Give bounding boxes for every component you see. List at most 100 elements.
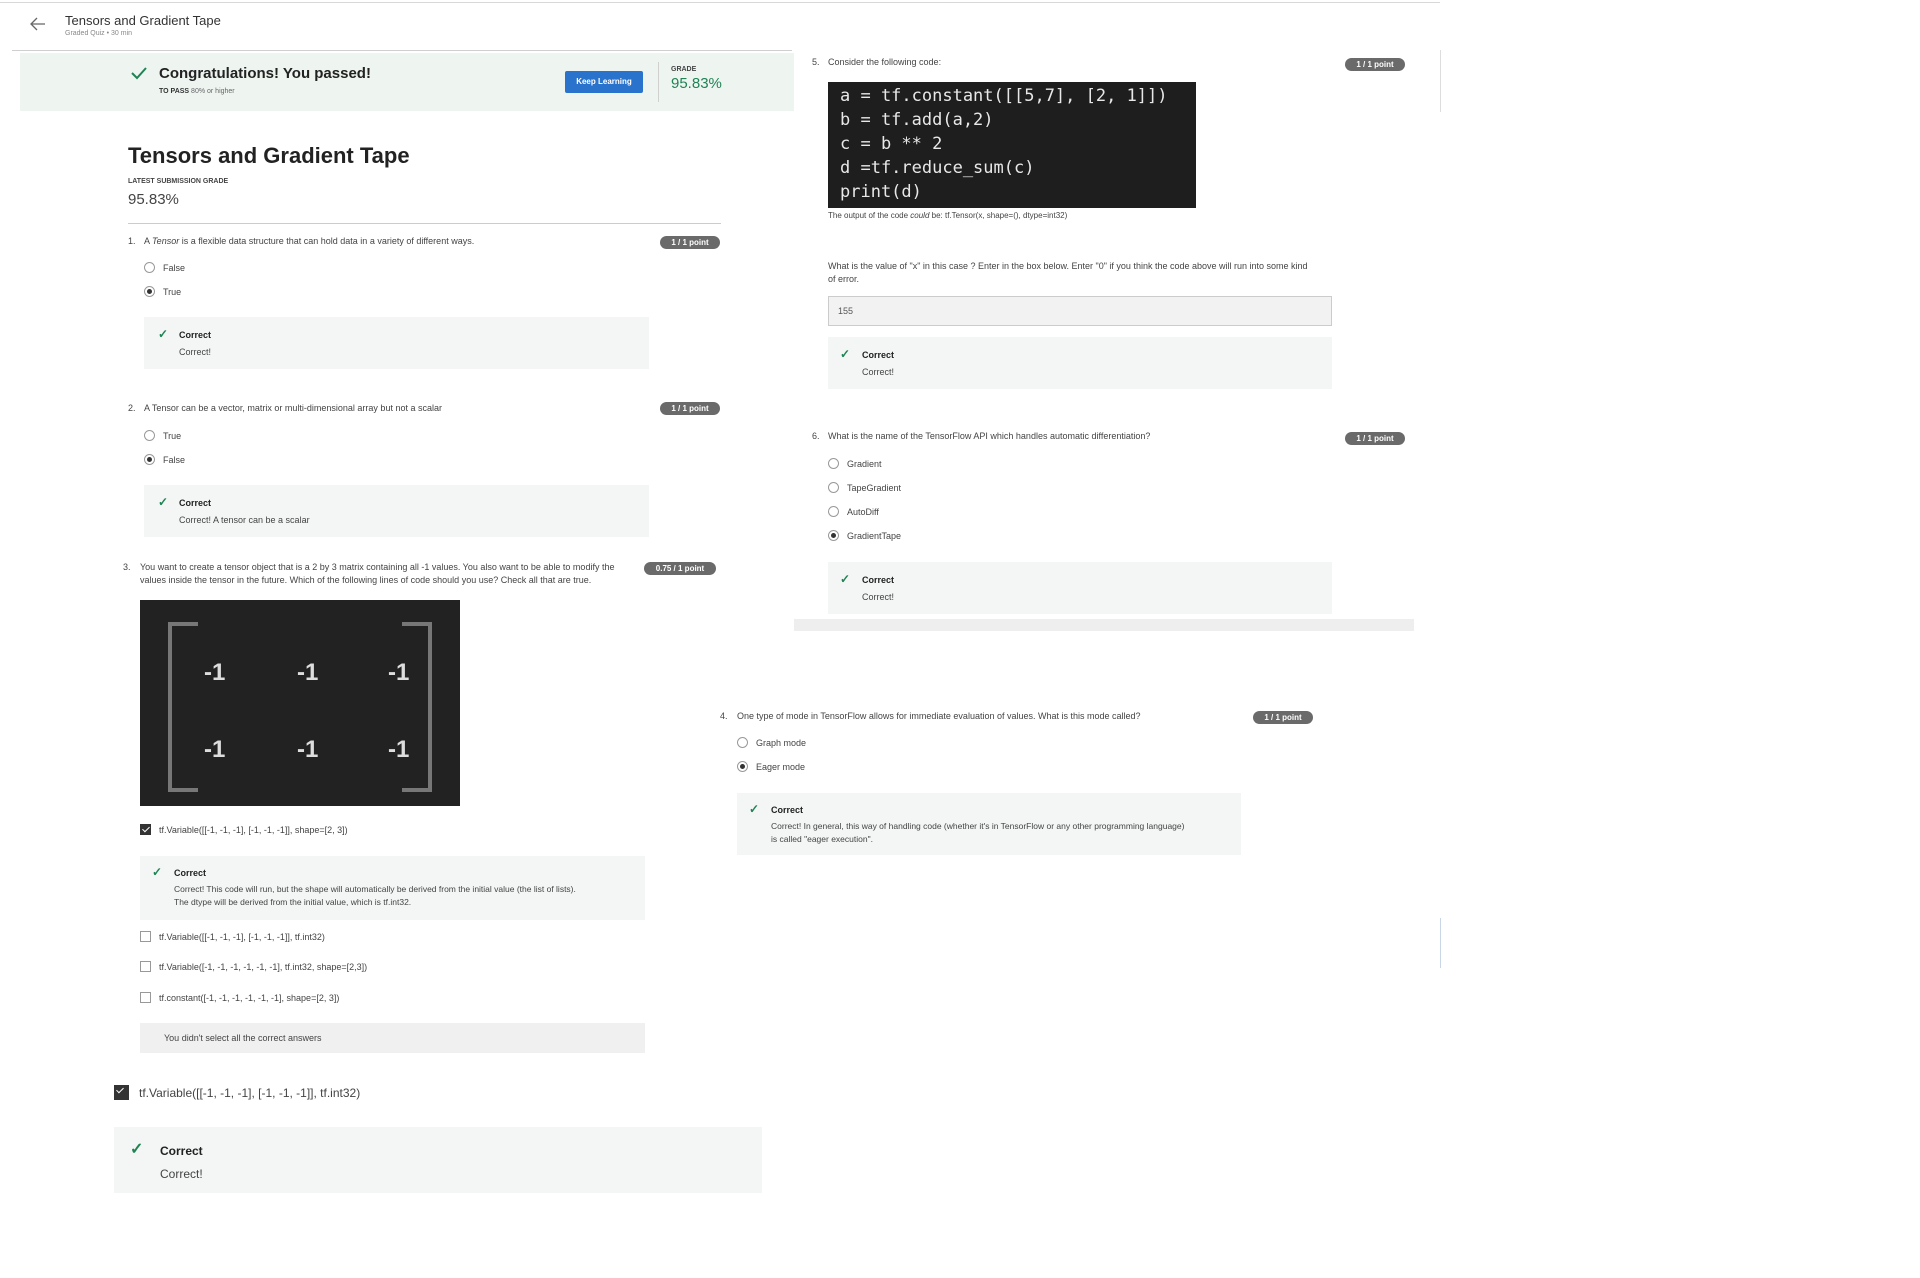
latest-grade-value: 95.83% <box>128 191 179 208</box>
checkmark-icon: ✓ <box>158 327 169 341</box>
q1-option-true[interactable]: True <box>144 286 181 297</box>
q3-points-badge: 0.75 / 1 point <box>644 562 716 575</box>
feedback-text-line2: is called "eager execution". <box>771 834 873 844</box>
radio-button[interactable] <box>828 458 839 469</box>
checkbox[interactable] <box>140 931 151 942</box>
q2-feedback: ✓ Correct Correct! A tensor can be a sca… <box>144 485 649 537</box>
q3-option-2[interactable]: tf.Variable([[-1, -1, -1], [-1, -1, -1]]… <box>140 931 325 942</box>
output-post: be: tf.Tensor(x, shape=(), dtype=int32) <box>929 211 1068 220</box>
checkbox[interactable] <box>114 1085 129 1100</box>
q4-feedback: ✓ Correct Correct! In general, this way … <box>737 793 1241 855</box>
radio-button[interactable] <box>737 761 748 772</box>
q5-points-badge: 1 / 1 point <box>1345 58 1405 71</box>
checkbox[interactable] <box>140 961 151 972</box>
feedback-text-line1: Correct! In general, this way of handlin… <box>771 821 1185 831</box>
q3-option-1[interactable]: tf.Variable([[-1, -1, -1], [-1, -1, -1]]… <box>140 824 348 835</box>
pass-message: Congratulations! You passed! <box>159 65 371 82</box>
q3-text-line1: You want to create a tensor object that … <box>140 562 615 572</box>
header-divider <box>12 50 792 51</box>
matrix-cell: -1 <box>297 659 319 686</box>
right-panel-edge <box>1440 50 1441 112</box>
q3-extra-option[interactable]: tf.Variable([[-1, -1, -1], [-1, -1, -1]]… <box>114 1085 360 1100</box>
q1-text-post: is a flexible data structure that can ho… <box>179 236 475 246</box>
q1-text: A Tensor is a flexible data structure th… <box>144 235 474 248</box>
radio-button[interactable] <box>828 482 839 493</box>
radio-button[interactable] <box>144 262 155 273</box>
feedback-title: Correct <box>862 350 895 360</box>
q6-option-gradienttape[interactable]: GradientTape <box>828 530 901 541</box>
q5-question-line1: What is the value of "x" in this case ? … <box>828 261 1308 271</box>
matrix-image: -1 -1 -1 -1 -1 -1 <box>140 600 460 806</box>
code-line: c = b ** 2 <box>840 134 943 154</box>
q4-points-badge: 1 / 1 point <box>1253 711 1313 724</box>
q5-answer-input[interactable]: 155 <box>828 296 1332 326</box>
q5-number: 5. <box>812 57 820 67</box>
q1-points-badge: 1 / 1 point <box>660 236 720 249</box>
feedback-title: Correct <box>160 1144 203 1158</box>
scroll-edge <box>1440 918 1441 968</box>
radio-button[interactable] <box>144 454 155 465</box>
header-title: Tensors and Gradient Tape <box>65 13 221 28</box>
option-label: tf.Variable([[-1, -1, -1], [-1, -1, -1]]… <box>159 931 325 942</box>
notice-text: You didn't select all the correct answer… <box>164 1033 322 1043</box>
option-label: tf.Variable([-1, -1, -1, -1, -1, -1], tf… <box>159 961 368 972</box>
q5-output-text: The output of the code could be: tf.Tens… <box>828 209 1067 222</box>
grade-value: 95.83% <box>671 75 722 92</box>
feedback-text-line1: Correct! This code will run, but the sha… <box>174 884 576 894</box>
answer-value: 155 <box>838 306 854 316</box>
feedback-title: Correct <box>179 498 212 508</box>
option-label: tf.Variable([[-1, -1, -1], [-1, -1, -1]]… <box>139 1085 361 1100</box>
option-label: tf.constant([-1, -1, -1, -1, -1, -1], sh… <box>159 992 340 1003</box>
title-divider <box>128 223 721 224</box>
matrix-cell: -1 <box>297 736 319 763</box>
q1-number: 1. <box>128 236 136 246</box>
radio-button[interactable] <box>737 737 748 748</box>
q1-text-pre: A <box>144 236 153 246</box>
radio-button[interactable] <box>828 506 839 517</box>
radio-button[interactable] <box>144 286 155 297</box>
matrix-cell: -1 <box>388 736 410 763</box>
back-arrow-icon[interactable] <box>28 14 48 34</box>
q5-text: Consider the following code: <box>828 57 942 67</box>
q5-feedback: ✓ Correct Correct! <box>828 337 1332 389</box>
q2-option-false[interactable]: False <box>144 454 185 465</box>
q3-option-4[interactable]: tf.constant([-1, -1, -1, -1, -1, -1], sh… <box>140 992 339 1003</box>
q6-option-autodiff[interactable]: AutoDiff <box>828 506 879 517</box>
q3-number: 3. <box>123 562 131 572</box>
checkbox[interactable] <box>140 992 151 1003</box>
q6-feedback: ✓ Correct Correct! <box>828 562 1332 614</box>
to-pass-value: 80% or higher <box>191 88 235 95</box>
q6-text: What is the name of the TensorFlow API w… <box>828 431 1151 441</box>
q2-option-true[interactable]: True <box>144 430 181 441</box>
checkmark-icon: ✓ <box>130 1141 144 1158</box>
feedback-title: Correct <box>179 330 212 340</box>
q4-text: One type of mode in TensorFlow allows fo… <box>737 711 1141 721</box>
q3-feedback: ✓ Correct Correct! This code will run, b… <box>140 856 645 920</box>
feedback-title: Correct <box>862 575 895 585</box>
to-pass-label: TO PASS <box>159 88 190 95</box>
right-panel-footer <box>794 619 1414 631</box>
q6-option-gradient[interactable]: Gradient <box>828 458 882 469</box>
radio-button[interactable] <box>144 430 155 441</box>
q4-option-graph[interactable]: Graph mode <box>737 737 806 748</box>
q1-text-em: Tensor <box>152 236 180 246</box>
q1-option-false[interactable]: False <box>144 262 185 273</box>
to-pass-info: TO PASS 80% or higher <box>159 88 235 95</box>
q3-option-3[interactable]: tf.Variable([-1, -1, -1, -1, -1, -1], tf… <box>140 961 367 972</box>
option-label: tf.Variable([[-1, -1, -1], [-1, -1, -1]]… <box>159 824 348 835</box>
checkmark-icon: ✓ <box>749 802 760 816</box>
top-border <box>0 2 1440 3</box>
checkbox[interactable] <box>140 824 151 835</box>
q6-option-tapegradient[interactable]: TapeGradient <box>828 482 901 493</box>
feedback-title: Correct <box>174 868 207 878</box>
q2-number: 2. <box>128 403 136 413</box>
radio-button[interactable] <box>828 530 839 541</box>
option-label: Eager mode <box>756 761 806 772</box>
option-label: True <box>163 286 182 297</box>
q4-option-eager[interactable]: Eager mode <box>737 761 805 772</box>
q5-code-block: a = tf.constant([[5,7], [2, 1]]) b = tf.… <box>828 82 1196 208</box>
feedback-text: Correct! <box>179 347 212 357</box>
matrix-cell: -1 <box>204 659 226 686</box>
option-label: False <box>163 454 186 465</box>
keep-learning-button[interactable]: Keep Learning <box>565 71 643 93</box>
